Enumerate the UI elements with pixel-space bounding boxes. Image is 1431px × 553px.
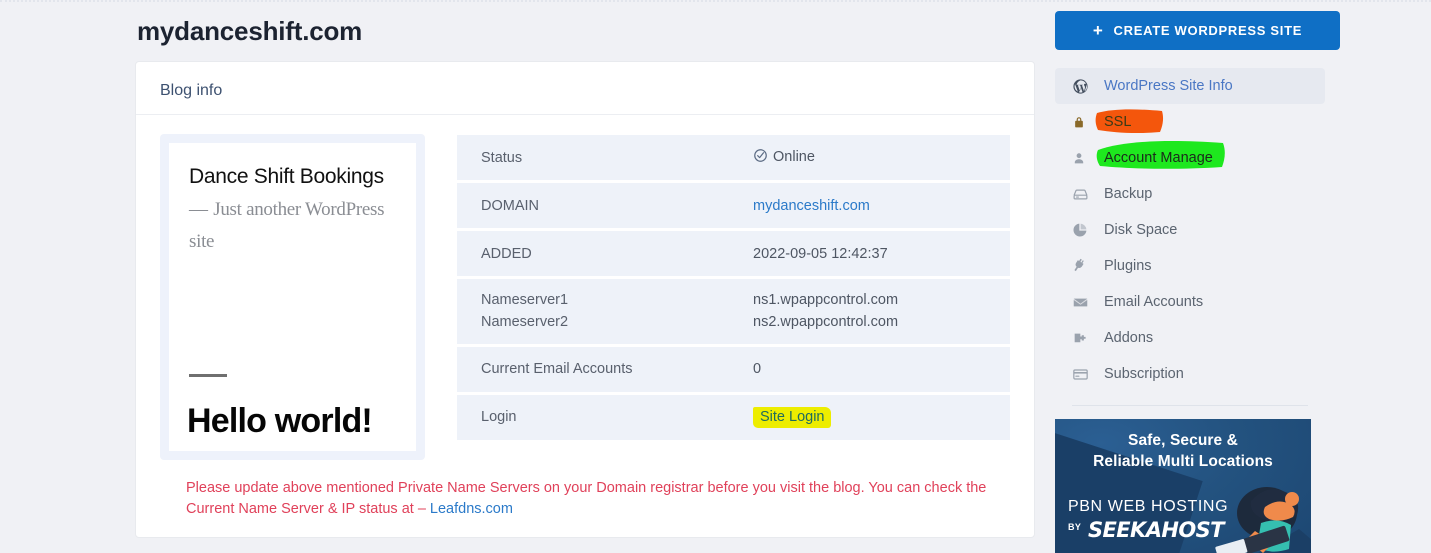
sidebar-item-addons[interactable]: Addons: [1055, 320, 1325, 356]
blog-info-card: Blog info Dance Shift Bookings — Just an…: [135, 61, 1035, 538]
row-label-login: Login: [481, 409, 517, 426]
user-icon: [1072, 151, 1092, 166]
hard-drive-icon: [1072, 186, 1092, 203]
preview-site-header: Dance Shift Bookings — Just another Word…: [189, 161, 396, 257]
sidebar-item-subscription[interactable]: Subscription: [1055, 356, 1325, 392]
main-content: mydanceshift.com Blog info Dance Shift B…: [135, 0, 1035, 538]
sidebar-item-label: Email Accounts: [1104, 294, 1204, 310]
create-wordpress-site-button[interactable]: + CREATE WORDPRESS SITE: [1055, 11, 1340, 50]
site-info-table: Status Online DOMAIN mydanceshift.com AD…: [457, 134, 1010, 460]
pie-chart-icon: [1072, 222, 1092, 238]
row-label-added: ADDED: [481, 245, 532, 262]
banner-by-label: BY: [1068, 522, 1082, 532]
sidebar-item-label: WordPress Site Info: [1104, 78, 1233, 94]
table-row: DOMAIN mydanceshift.com: [457, 183, 1010, 228]
preview-tagline: Just another WordPress site: [189, 198, 385, 252]
sidebar-item-wordpress-site-info[interactable]: WordPress Site Info: [1055, 68, 1325, 104]
banner-brand: SEEKAHOST: [1088, 518, 1224, 542]
table-row: Status Online: [457, 135, 1010, 180]
card-body: Dance Shift Bookings — Just another Word…: [160, 115, 1010, 460]
plug-icon: [1072, 258, 1092, 274]
row-value-added: 2022-09-05 12:42:37: [753, 245, 888, 262]
sidebar-item-account-manage[interactable]: Account Manage: [1055, 140, 1325, 176]
row-value-email-accounts: 0: [753, 361, 762, 378]
addons-icon: [1072, 330, 1092, 346]
promo-banner[interactable]: Safe, Secure & Reliable Multi Locations …: [1055, 419, 1311, 553]
banner-line2: Reliable Multi Locations: [1093, 453, 1273, 470]
card-header: Blog info: [136, 62, 1034, 115]
sidebar: + CREATE WORDPRESS SITE WordPress Site I…: [1055, 0, 1340, 553]
sidebar-item-label: Plugins: [1104, 258, 1152, 274]
preview-divider-rule: [189, 374, 227, 377]
row-label-email-accounts: Current Email Accounts: [481, 361, 633, 378]
sidebar-nav: WordPress Site Info SSL Account Manage B…: [1055, 68, 1325, 406]
page-title: mydanceshift.com: [137, 16, 363, 46]
credit-card-icon: [1072, 366, 1092, 383]
site-preview-inner: Dance Shift Bookings — Just another Word…: [169, 143, 416, 451]
card-header-label: Blog info: [160, 82, 223, 99]
row-value-nameservers: ns1.wpappcontrol.com ns2.wpappcontrol.co…: [753, 289, 898, 334]
sidebar-item-ssl[interactable]: SSL: [1055, 104, 1325, 140]
sidebar-item-label: Backup: [1104, 186, 1153, 202]
table-row: Current Email Accounts 0: [457, 346, 1010, 392]
status-text: Online: [773, 149, 815, 165]
row-value-status: Online: [753, 148, 815, 167]
domain-link[interactable]: mydanceshift.com: [753, 198, 870, 214]
sidebar-item-disk-space[interactable]: Disk Space: [1055, 212, 1325, 248]
nameserver2-label: Nameserver2: [481, 314, 569, 331]
table-row: Login Site Login: [457, 394, 1010, 440]
create-button-label: CREATE WORDPRESS SITE: [1113, 23, 1303, 38]
preview-dash: —: [189, 198, 208, 220]
preview-site-title: Dance Shift Bookings: [189, 165, 384, 188]
row-value-domain: mydanceshift.com: [753, 198, 870, 214]
wordpress-icon: [1072, 78, 1092, 95]
banner-line3: PBN WEB HOSTING: [1068, 498, 1229, 515]
sidebar-item-label: SSL: [1104, 114, 1132, 130]
leafdns-link[interactable]: Leafdns.com: [430, 501, 513, 517]
sidebar-item-plugins[interactable]: Plugins: [1055, 248, 1325, 284]
notice-text: Please update above mentioned Private Na…: [186, 480, 987, 517]
table-row: Nameserver1 Nameserver2 ns1.wpappcontrol…: [457, 279, 1010, 344]
site-preview-thumbnail[interactable]: Dance Shift Bookings — Just another Word…: [160, 134, 425, 460]
sidebar-item-label: Account Manage: [1104, 150, 1213, 166]
check-circle-icon: [753, 148, 768, 167]
sidebar-item-label: Addons: [1104, 330, 1154, 346]
nameserver1-label: Nameserver1: [481, 292, 569, 308]
sidebar-item-label: Disk Space: [1104, 222, 1178, 238]
sidebar-divider: [1072, 405, 1308, 406]
sidebar-item-email-accounts[interactable]: Email Accounts: [1055, 284, 1325, 320]
row-value-login: Site Login: [753, 406, 831, 428]
plus-icon: +: [1092, 21, 1104, 40]
row-label-nameservers: Nameserver1 Nameserver2: [481, 289, 753, 334]
preview-post-title: Hello world!: [187, 402, 373, 440]
sidebar-item-backup[interactable]: Backup: [1055, 176, 1325, 212]
lock-icon: [1072, 115, 1092, 130]
nameserver2-value: ns2.wpappcontrol.com: [753, 314, 899, 331]
banner-line1: Safe, Secure &: [1128, 432, 1238, 449]
site-login-link[interactable]: Site Login: [753, 406, 831, 428]
nameserver1-value: ns1.wpappcontrol.com: [753, 292, 899, 308]
row-label-domain: DOMAIN: [481, 197, 539, 214]
envelope-icon: [1072, 294, 1092, 311]
sidebar-item-label: Subscription: [1104, 366, 1184, 382]
row-label-status: Status: [481, 149, 523, 166]
nameserver-notice: Please update above mentioned Private Na…: [160, 460, 1010, 519]
table-row: ADDED 2022-09-05 12:42:37: [457, 231, 1010, 276]
